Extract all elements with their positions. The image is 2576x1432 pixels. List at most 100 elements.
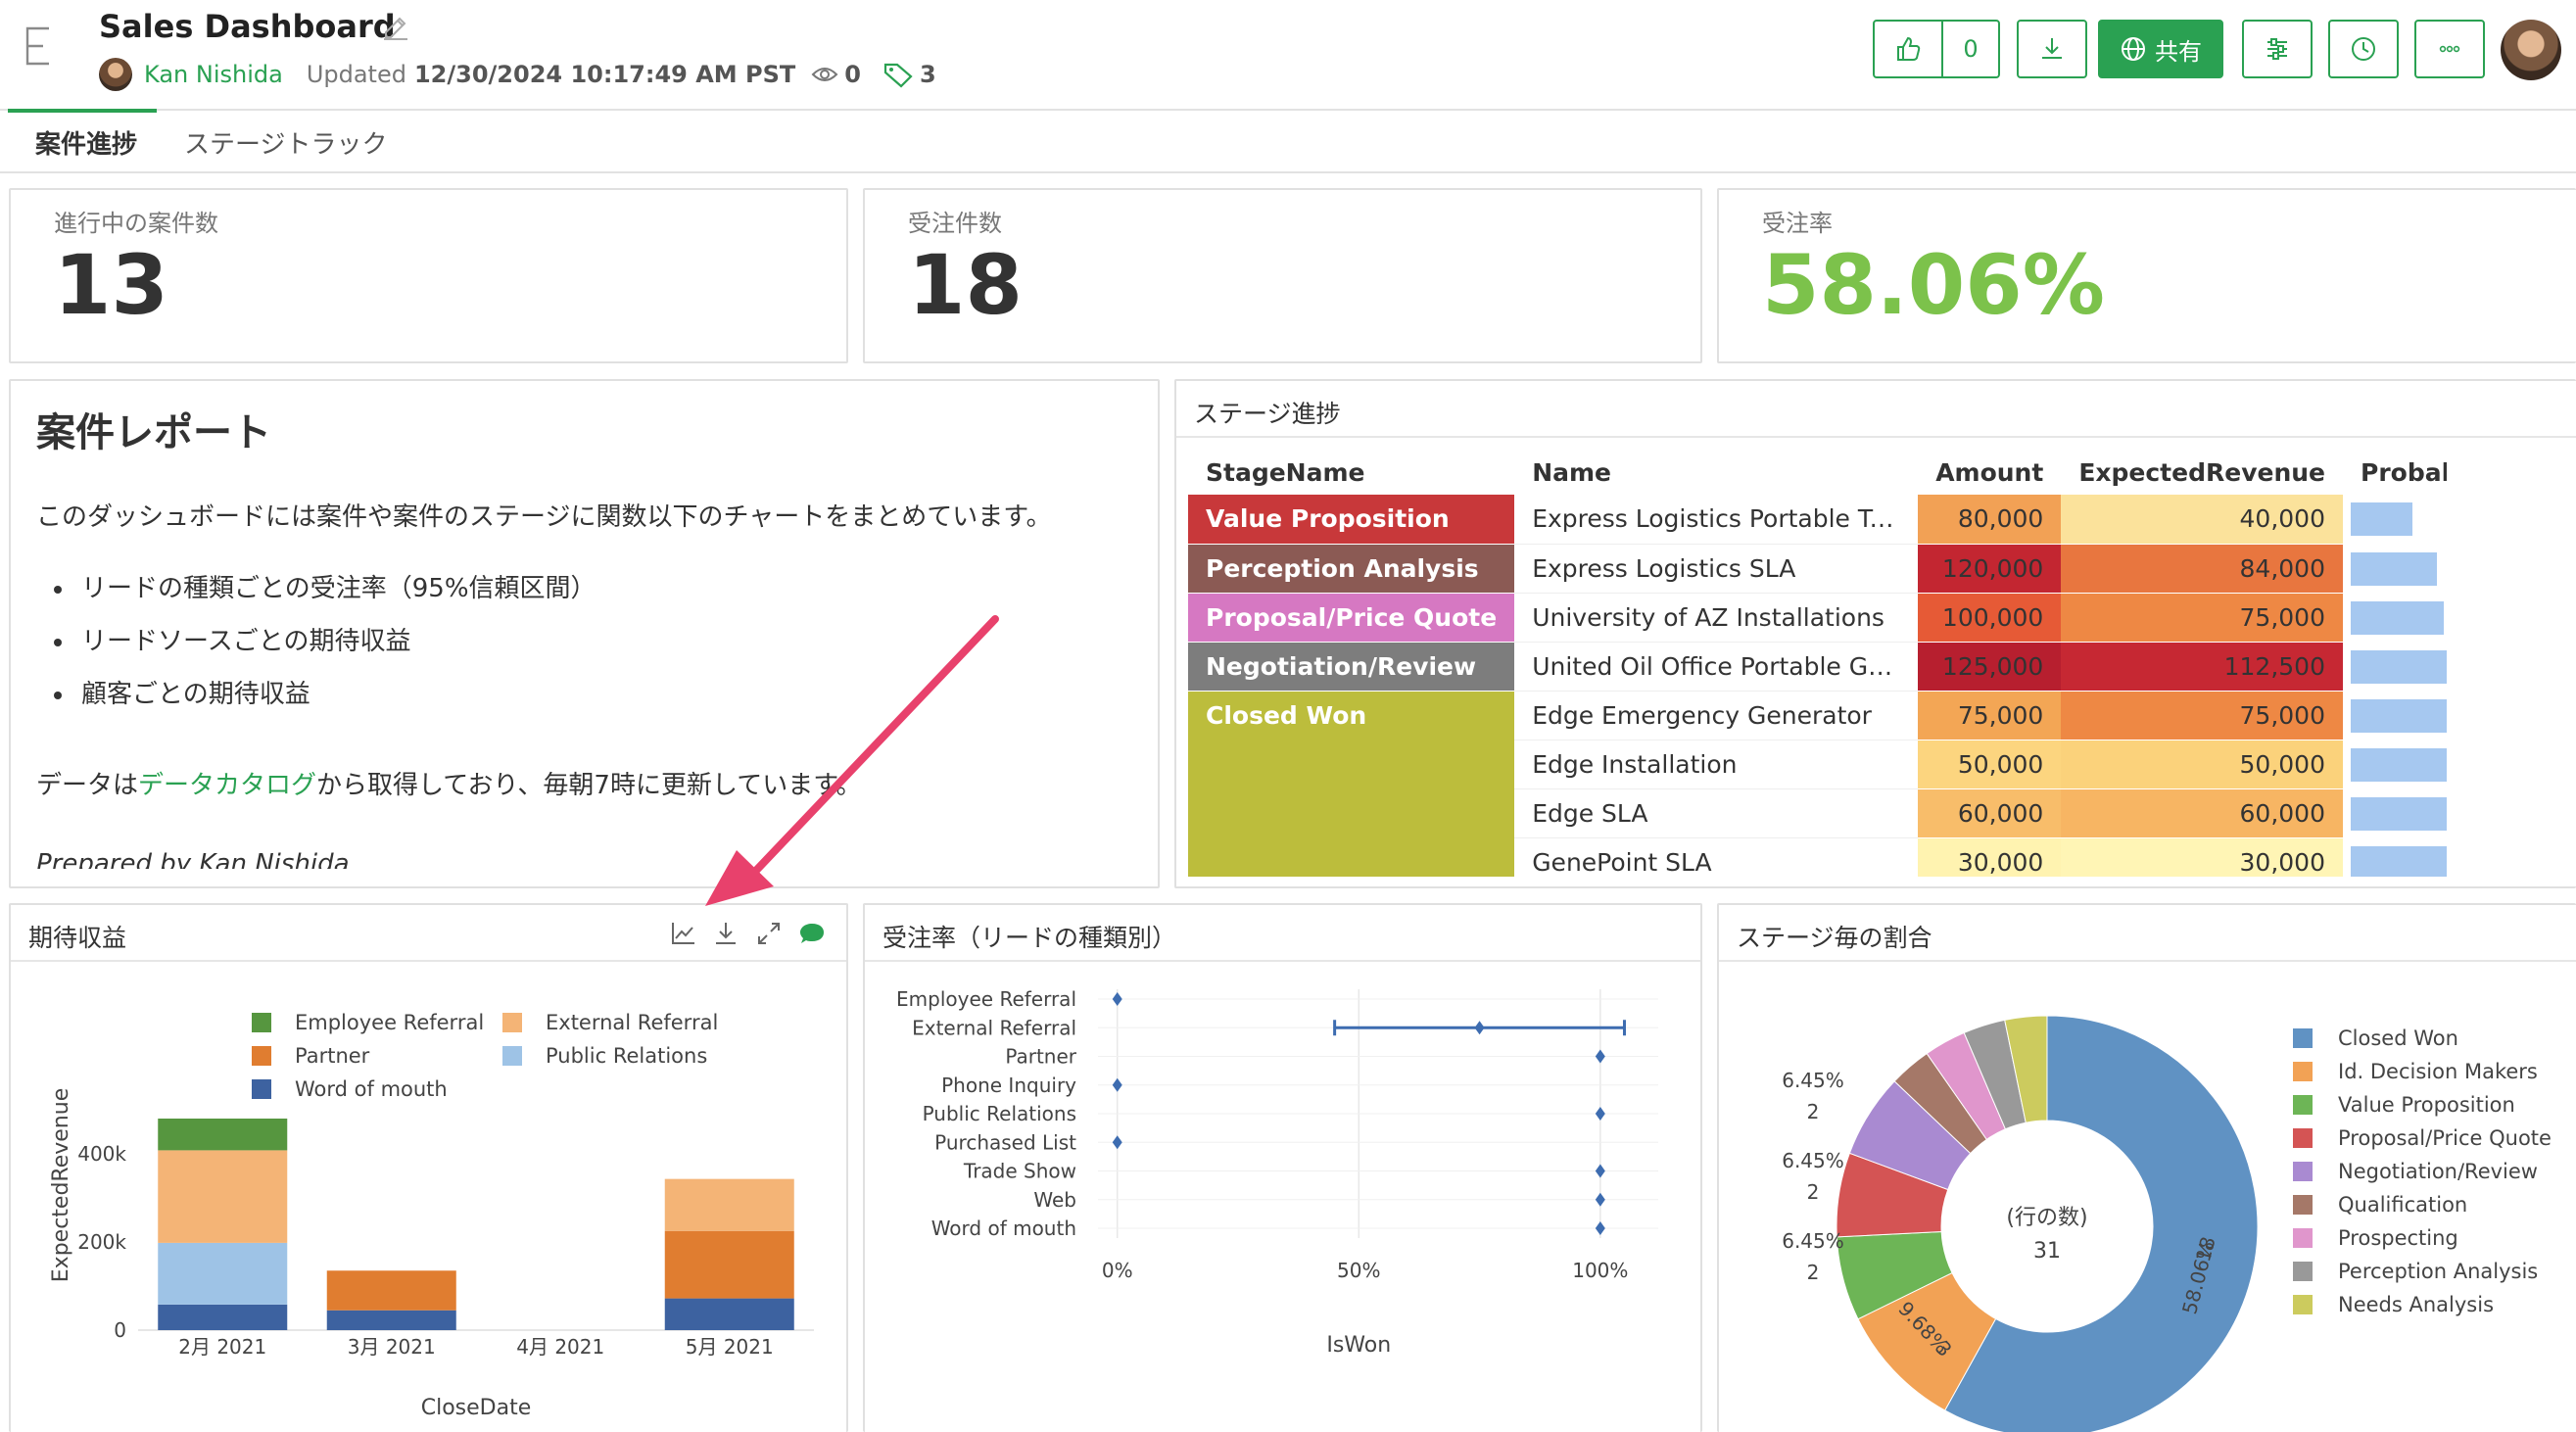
legend-swatch [252,1046,271,1066]
kpi-value: 13 [54,237,168,333]
data-catalog-link[interactable]: データカタログ [138,771,316,800]
data-point [1595,1192,1605,1207]
probability-bar [2351,747,2447,782]
table-row[interactable]: Perception Analysis Express Logistics SLA… [1188,544,2447,594]
tag-count[interactable]: 3 [920,61,936,88]
amount-cell: 125,000 [1918,642,2062,692]
amount-cell: 100,000 [1918,593,2062,643]
legend-swatch [252,1013,271,1032]
globe-icon [2122,37,2145,61]
expected-revenue-cell: 60,000 [2061,788,2343,838]
share-button[interactable]: 共有 [2098,20,2223,78]
probability-bar [2351,600,2445,635]
more-options-button[interactable] [2414,20,2485,78]
table-row[interactable]: Closed Won Edge Emergency Generator 75,000… [1188,691,2447,877]
table-row[interactable]: Negotiation/Review United Oil Office Port… [1188,642,2447,692]
x-tick-label: 5月 2021 [686,1335,774,1359]
probability-cell: 100 [2343,788,2447,838]
sliders-icon [2267,38,2287,60]
edit-icon[interactable] [380,12,411,43]
column-header[interactable]: ExpectedRevenue [2061,450,2343,495]
owner-avatar[interactable] [99,58,132,91]
legend-swatch [2293,1262,2313,1281]
name-cell: Edge Emergency Generator [1514,691,1919,740]
stage-cell: Closed Won [1188,691,1515,877]
table-header-row: StageName Name Amount ExpectedRevenue Pr… [1188,450,2447,495]
x-axis-label: IsWon [1326,1333,1391,1358]
legend-label: Word of mouth [295,1077,448,1101]
view-count: 0 [844,61,861,88]
column-header[interactable]: Amount [1918,450,2061,495]
amount-cell: 60,000 [1918,788,2062,838]
probability-cell: 75 [2343,593,2447,643]
data-point [1474,1021,1485,1035]
legend-swatch [252,1079,271,1099]
probability-bar [2351,551,2437,586]
amount-cell: 120,000 [1918,544,2062,594]
y-tick-label: Word of mouth [931,1217,1076,1240]
clock-icon [2352,37,2375,61]
comment-icon[interactable] [797,919,827,948]
legend-label: Closed Won [2338,1026,2458,1050]
expected-revenue-cell: 75,000 [2061,691,2343,740]
kpi-label: 受注件数 [908,210,1002,237]
expand-icon[interactable] [754,919,784,948]
y-axis-label: ExpectedRevenue [49,1088,73,1282]
tag-icon[interactable] [883,61,914,88]
column-header[interactable]: StageName [1188,450,1514,495]
stage-share-panel: ステージ毎の割合 58.06% 18 9.68% 3 6.45% 2 6.45% 2 6.45%… [1717,903,2576,1432]
legend-swatch [2293,1295,2313,1314]
tab-stage-track[interactable]: ステージトラック [184,124,387,161]
owner-link[interactable]: Kan Nishida [144,61,283,88]
column-header[interactable]: Name [1514,450,1918,495]
stage-cell: Value Proposition [1188,495,1515,545]
kpi-value: 58.06% [1762,237,2105,333]
tab-deal-progress[interactable]: 案件進捗 [35,124,137,161]
probability-bar [2351,845,2447,877]
like-button[interactable] [1873,20,1943,78]
user-avatar[interactable] [2501,20,2561,80]
amount-cell: 75,000 [1918,691,2062,740]
dashboard-title: Sales Dashboard [99,8,396,45]
download-button[interactable] [2017,20,2087,78]
filter-settings-button[interactable] [2242,20,2313,78]
x-tick-label: 2月 2021 [178,1335,266,1359]
slice-pct: 6.45% [1782,1069,1844,1092]
slice-count: 2 [1807,1261,1820,1284]
share-label: 共有 [2155,37,2202,66]
like-count[interactable]: 0 [1941,20,2000,78]
probability-cell: 50 [2343,495,2447,545]
x-tick-label: 50% [1337,1259,1380,1282]
name-cell: Edge SLA [1514,788,1919,838]
column-header[interactable]: Probability [2343,450,2447,495]
stage-table-scroll[interactable]: StageName Name Amount ExpectedRevenue Pr… [1188,450,2447,877]
line-chart-icon[interactable] [668,919,697,948]
kpi-open-deals: 進行中の案件数 13 [9,188,848,363]
legend-label: Perception Analysis [2338,1260,2538,1283]
probability-cell: 70 [2343,544,2447,594]
legend-label: Negotiation/Review [2338,1160,2538,1183]
legend-swatch [502,1013,522,1032]
schedule-button[interactable] [2328,20,2399,78]
app-header: Sales Dashboard Kan Nishida Updated 12/3… [0,0,2576,111]
probability-bar [2351,698,2447,733]
name-cell: GenePoint SLA [1514,837,1919,877]
report-bullet: リードソースごとの期待収益 [75,615,596,668]
probability-bar [2351,502,2412,536]
download-icon[interactable] [711,919,740,948]
table-row[interactable]: Value Proposition Express Logistics Porta… [1188,495,2447,545]
app-logo-icon[interactable] [24,25,53,67]
report-bullet-list: リードの種類ごとの受注率（95%信頼区間） リードソースごとの期待収益 顧客ごと… [75,562,596,721]
legend-swatch [2293,1128,2313,1148]
stage-progress-panel: ステージ進捗 StageName Name Amount ExpectedRev… [1174,379,2576,888]
probability-cell: 100 [2343,837,2447,877]
y-tick-label: Web [1033,1188,1076,1212]
expected-revenue-chart: Employee Referral External Referral Partne… [49,1011,814,1420]
y-tick-label: 0 [114,1318,126,1342]
table-row[interactable]: Proposal/Price Quote University of AZ Ins… [1188,593,2447,643]
probability-cell: 100 [2343,740,2447,789]
bar-segment [326,1270,456,1311]
bar-segment [158,1150,288,1243]
dashboard-meta: Kan Nishida Updated 12/30/2024 10:17:49 … [99,57,958,92]
kpi-win-rate: 受注率 58.06% [1717,188,2576,363]
